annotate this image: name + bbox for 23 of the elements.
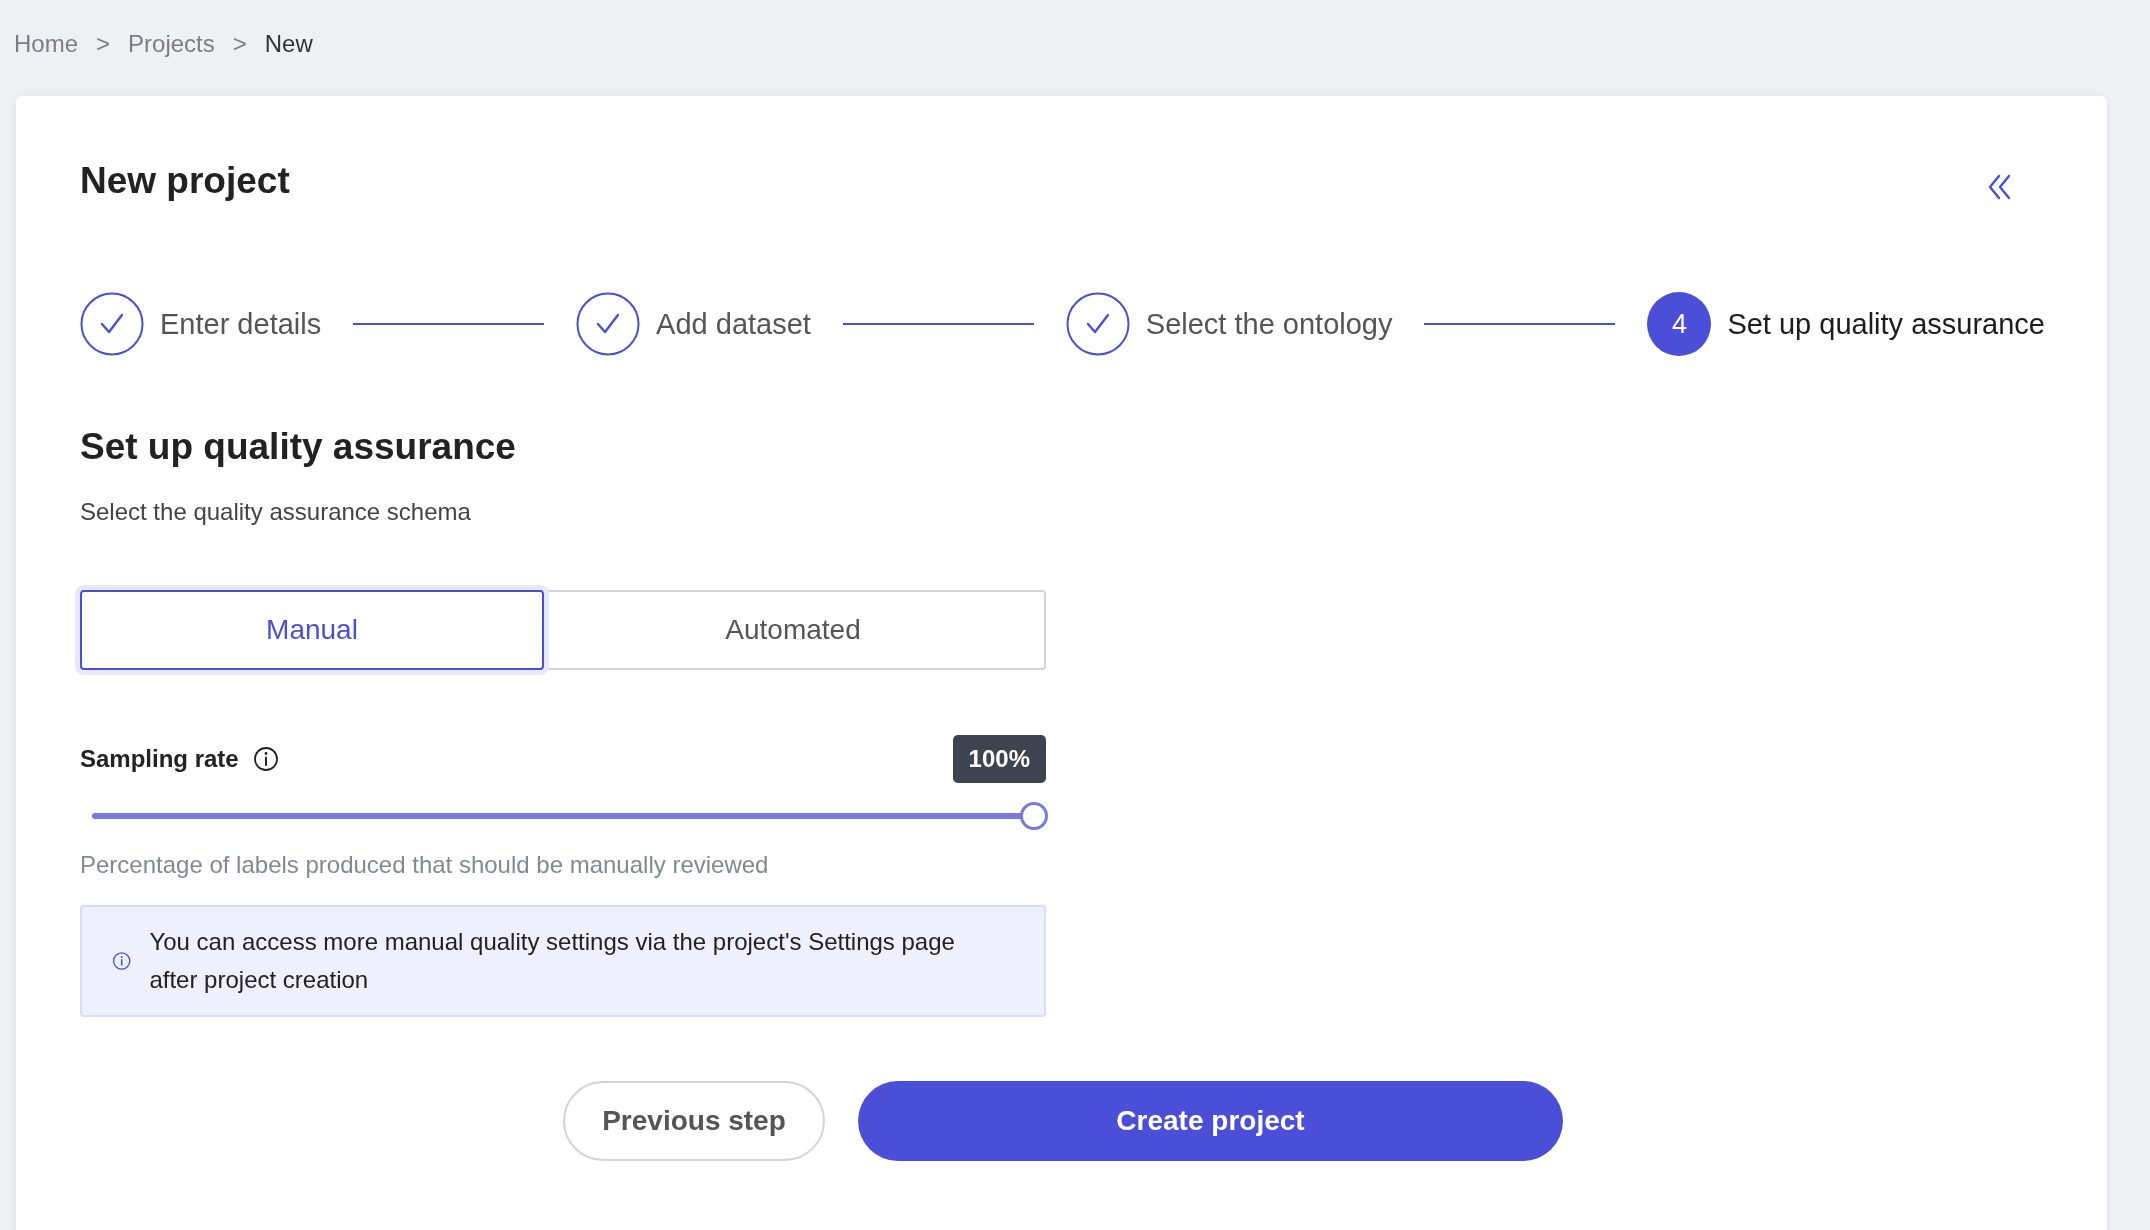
section-heading: Set up quality assurance — [80, 426, 517, 468]
step-label: Set up quality assurance — [1727, 307, 2045, 341]
breadcrumb-separator: > — [96, 30, 111, 58]
create-button[interactable]: Create project — [858, 1081, 1563, 1161]
slider-thumb[interactable] — [1020, 802, 1048, 830]
step-label: Select the ontology — [1145, 307, 1393, 341]
step-label: Add dataset — [656, 307, 811, 341]
breadcrumb-link[interactable]: Home — [14, 30, 79, 58]
breadcrumb-current: New — [264, 30, 313, 58]
hint-text: Percentage of labels produced that should be manually reviewed — [80, 851, 770, 879]
notice-text: You can access more manual quality settings via the project's Settings page after project creation — [149, 927, 956, 995]
info-icon — [112, 949, 132, 973]
previous-button[interactable]: Previous step — [563, 1081, 825, 1161]
section-subtitle: Select the quality assurance schema — [80, 498, 472, 526]
step-number: 4 — [1647, 292, 1712, 356]
value-badge: 100% — [952, 735, 1046, 783]
step-label: Enter details — [160, 307, 322, 341]
breadcrumb-link[interactable]: Projects — [128, 30, 215, 58]
page-title: New project — [80, 160, 290, 202]
collapse-icon[interactable] — [1987, 173, 2013, 201]
sampling-label: Sampling rate — [80, 745, 239, 773]
breadcrumb-separator: > — [232, 30, 247, 58]
info-icon[interactable] — [252, 746, 279, 772]
